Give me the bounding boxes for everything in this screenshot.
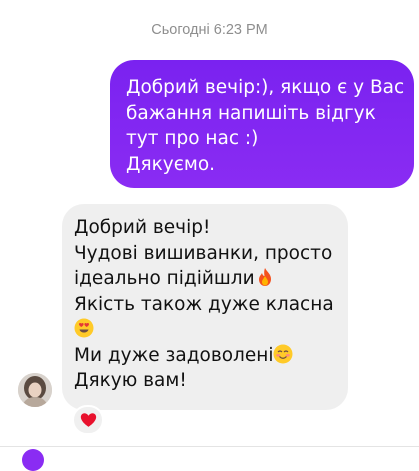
smiling-face-emoji-icon bbox=[273, 344, 293, 363]
message-line: Якість також дуже класна bbox=[74, 293, 334, 315]
avatar-photo-icon bbox=[18, 373, 52, 407]
message-line-with-emoji: Ми дуже задоволені bbox=[74, 343, 336, 369]
fire-emoji-icon bbox=[258, 268, 271, 286]
heart-reaction[interactable] bbox=[72, 405, 104, 435]
message-line: Дякую вам! bbox=[74, 370, 187, 391]
message-line: Добрий вечір! bbox=[74, 217, 211, 238]
message-line: Дякуємо. bbox=[126, 153, 216, 175]
incoming-message-bubble[interactable]: Добрий вечір! Чудові вишиванки, просто і… bbox=[62, 204, 348, 410]
message-line-with-emoji: ідеально підійшли bbox=[74, 266, 336, 292]
message-timestamp: Сьогодні 6:23 PM bbox=[151, 22, 268, 38]
emoji-line bbox=[74, 317, 336, 343]
message-line: Чудові вишиванки, просто bbox=[74, 242, 333, 264]
heart-eyes-emoji-icon bbox=[74, 318, 94, 338]
message-line: Добрий вечір:), якщо є у Вас bbox=[126, 77, 405, 98]
sender-avatar[interactable] bbox=[18, 373, 52, 407]
outgoing-message-bubble[interactable]: Добрий вечір:), якщо є у Вас бажання нап… bbox=[110, 60, 414, 188]
heart-icon bbox=[80, 413, 96, 427]
camera-button[interactable] bbox=[22, 449, 44, 471]
message-line: тут про нас :) bbox=[126, 128, 259, 149]
message-text: ідеально підійшли bbox=[74, 268, 255, 289]
message-text: Ми дуже задоволені bbox=[74, 344, 274, 366]
message-line: бажання напишіть відгук bbox=[126, 102, 376, 124]
